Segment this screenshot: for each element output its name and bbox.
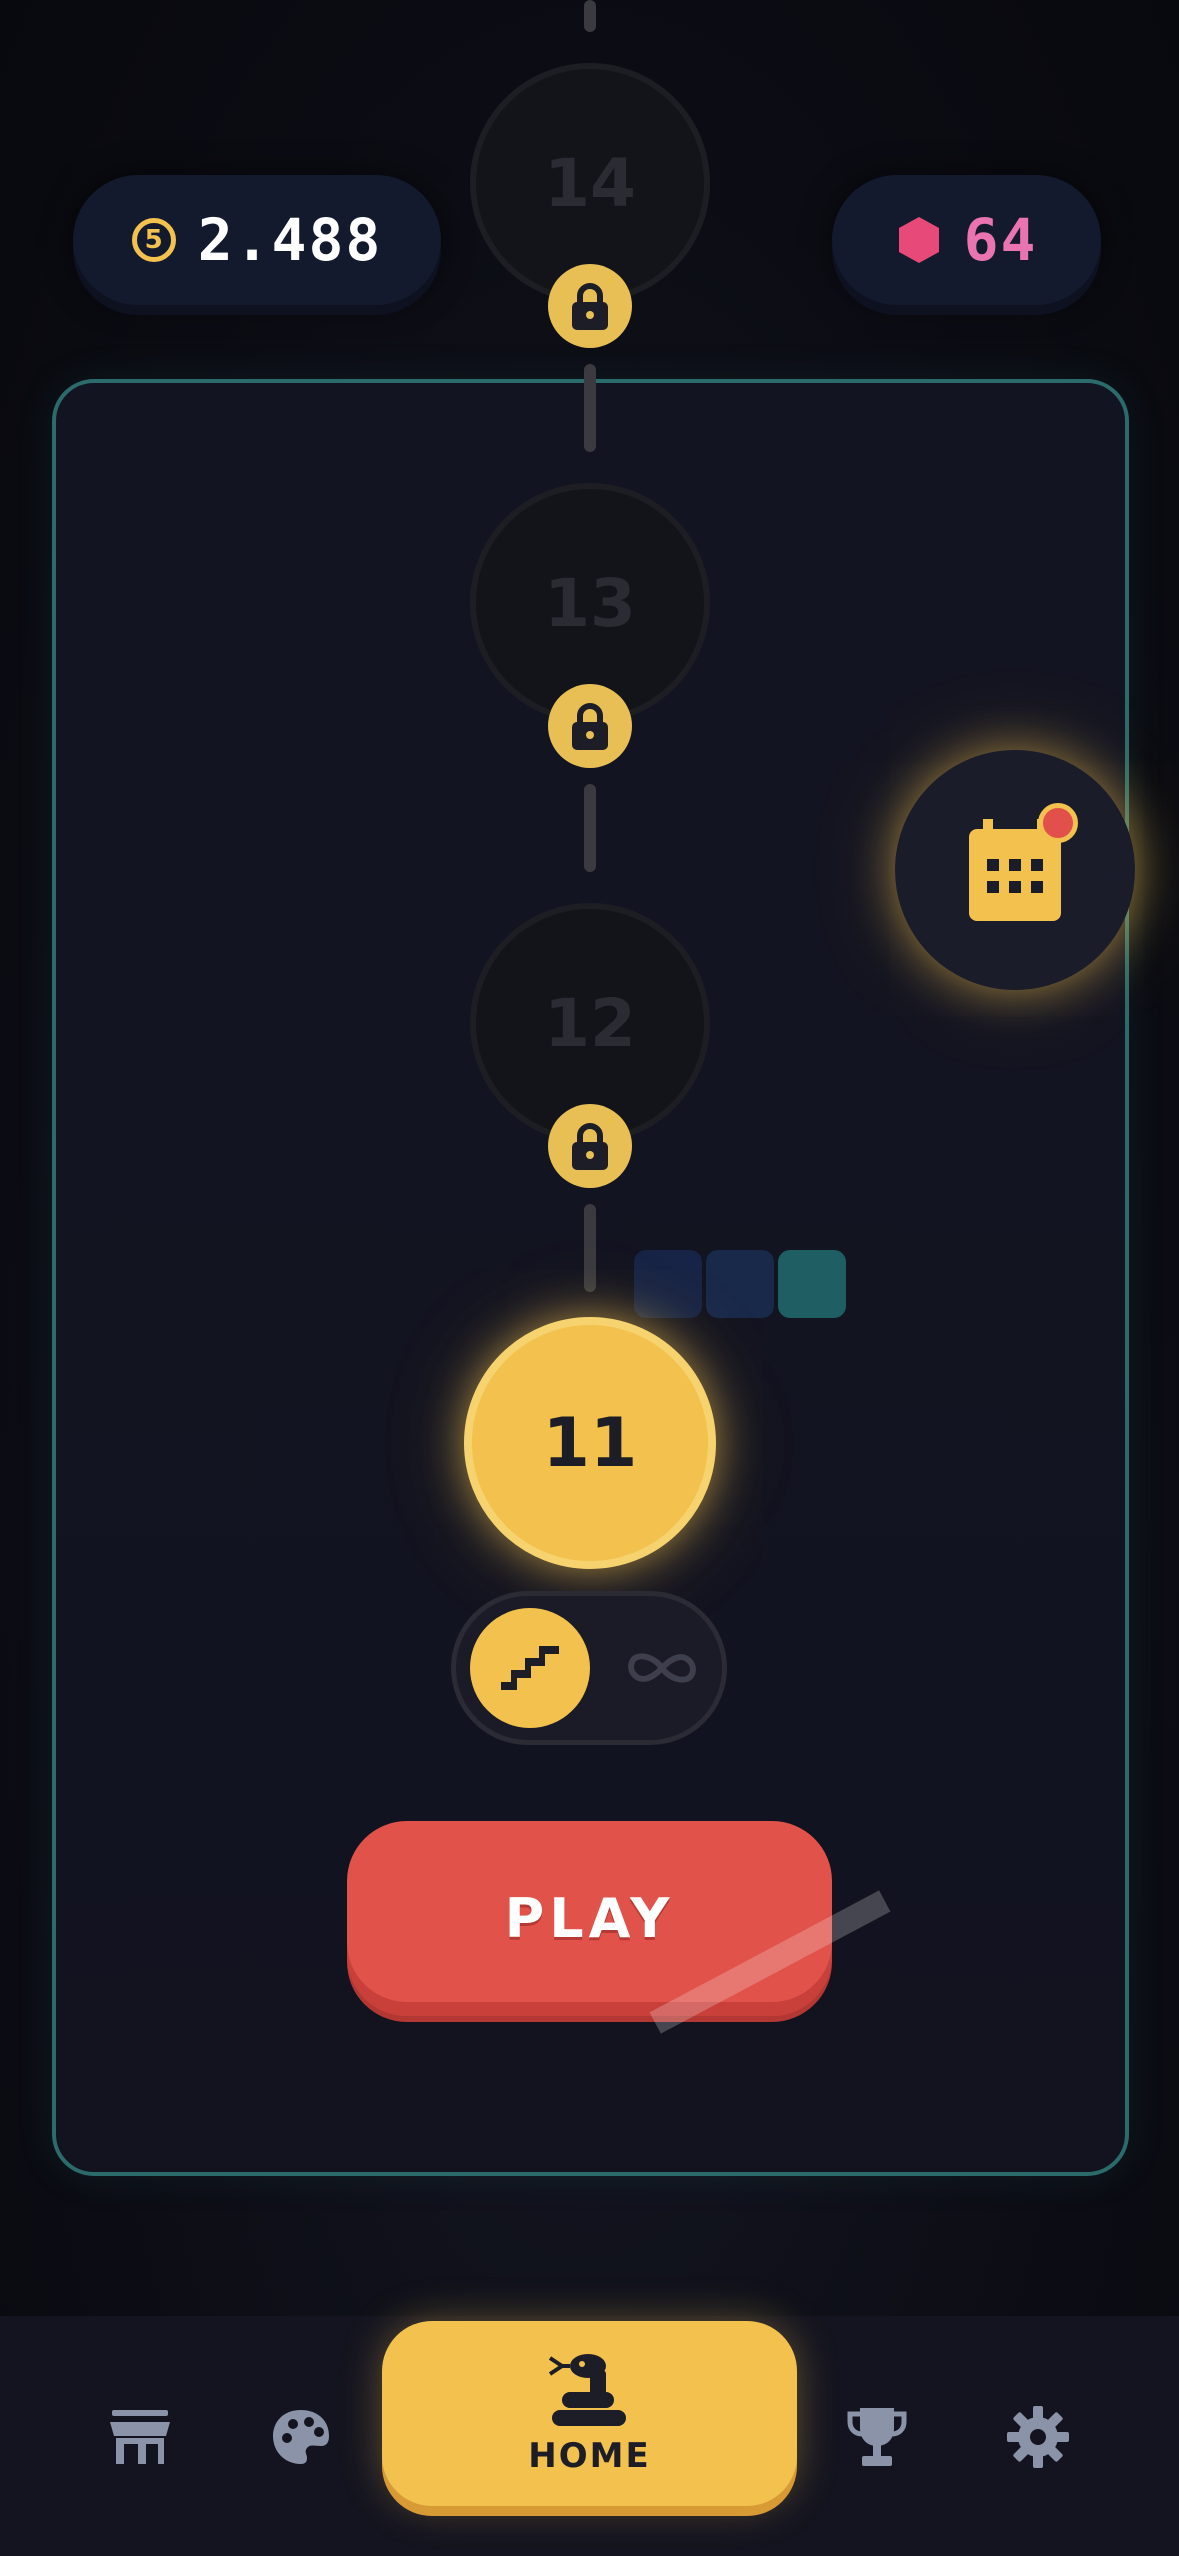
infinity-icon[interactable] — [612, 1608, 712, 1728]
coins-counter[interactable]: 5 2.488 — [73, 175, 441, 305]
current-level-node[interactable]: 11 — [464, 1317, 716, 1569]
lock-icon — [548, 1104, 632, 1188]
palette-icon[interactable] — [261, 2397, 341, 2477]
home-tab[interactable]: HOME — [382, 2321, 797, 2506]
current-level-number: 11 — [542, 1403, 638, 1483]
play-button[interactable]: PLAY — [347, 1821, 832, 2016]
level-number: 14 — [544, 144, 636, 222]
level-number: 13 — [544, 564, 636, 642]
gems-value: 64 — [963, 206, 1038, 274]
path-connector — [584, 364, 596, 452]
hexagon-gem-icon — [896, 215, 942, 265]
notification-badge — [1038, 803, 1078, 843]
level-number: 12 — [544, 984, 636, 1062]
daily-challenge-button[interactable] — [895, 750, 1135, 990]
mode-toggle[interactable] — [451, 1591, 727, 1745]
gear-icon[interactable] — [998, 2397, 1078, 2477]
lock-icon — [548, 684, 632, 768]
stairs-icon[interactable] — [470, 1608, 590, 1728]
snake-segment — [634, 1250, 702, 1318]
play-label: PLAY — [504, 1887, 675, 1950]
coins-value: 2.488 — [197, 206, 383, 274]
home-label: HOME — [528, 2435, 651, 2476]
snake-icon — [548, 2352, 632, 2430]
trophy-icon[interactable] — [837, 2397, 917, 2477]
snake-segment — [706, 1250, 774, 1318]
lock-icon — [548, 264, 632, 348]
coin-icon: 5 — [131, 218, 176, 262]
gems-counter[interactable]: 64 — [832, 175, 1101, 305]
snake-head — [778, 1250, 846, 1318]
shop-icon[interactable] — [100, 2397, 180, 2477]
path-connector — [584, 1204, 596, 1292]
path-connector — [584, 784, 596, 872]
path-connector — [584, 0, 596, 32]
